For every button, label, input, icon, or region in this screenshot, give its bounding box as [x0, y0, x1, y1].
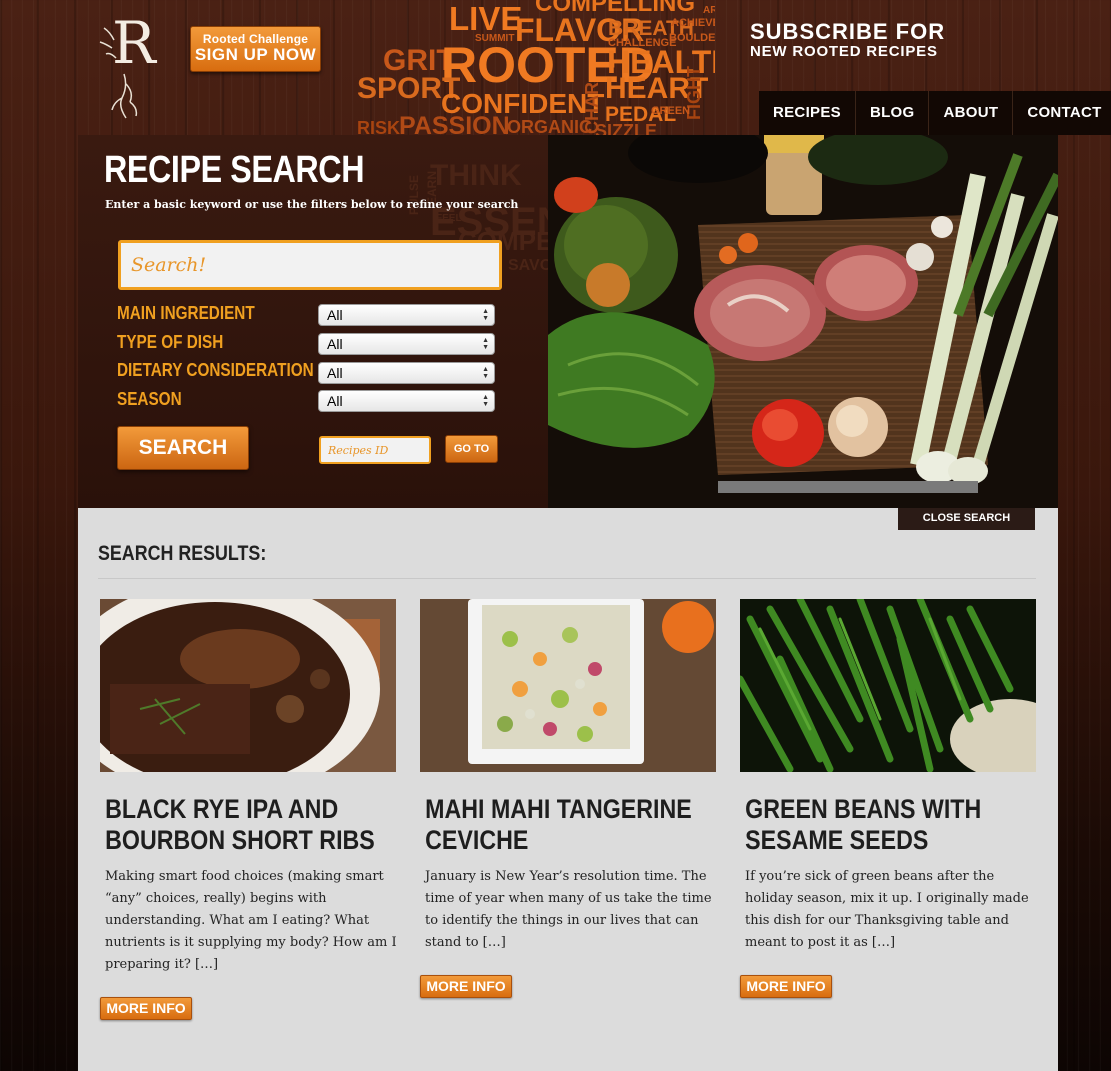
select-value: All	[327, 307, 343, 323]
dietary-consideration-select[interactable]: All ▲ ▼	[318, 362, 495, 384]
signup-label: SIGN UP NOW	[194, 45, 317, 64]
more-info-button[interactable]: MORE INFO	[420, 975, 512, 998]
recipe-card: GREEN BEANS WITH SESAME SEEDS If you’re …	[740, 599, 1036, 998]
select-arrows-icon: ▲ ▼	[482, 366, 489, 380]
more-info-button[interactable]: MORE INFO	[740, 975, 832, 998]
recipe-title[interactable]: GREEN BEANS WITH SESAME SEEDS	[740, 794, 1032, 856]
short-ribs-photo[interactable]	[100, 599, 396, 772]
recipe-title[interactable]: BLACK RYE IPA AND BOURBON SHORT RIBS	[100, 794, 392, 856]
green-beans-photo[interactable]	[740, 599, 1036, 772]
nav-recipes[interactable]: RECIPES	[759, 91, 855, 135]
search-title: RECIPE SEARCH	[104, 149, 365, 191]
search-button[interactable]: SEARCH	[117, 426, 249, 470]
recipe-description: If you’re sick of green beans after the …	[745, 869, 1029, 950]
search-results: CLOSE SEARCH SEARCH RESULTS: BLACK RYE I…	[78, 508, 1058, 1071]
cloud-word: GREEN	[651, 105, 691, 117]
results-title: SEARCH RESULTS:	[98, 542, 267, 565]
close-search-button[interactable]: CLOSE SEARCH	[898, 508, 1035, 530]
recipe-search-panel: THINK ESSENCE COMPETE SAVOR PULSE EARN F…	[78, 135, 1058, 508]
cloud-word: BOULDER	[669, 32, 715, 44]
nav-contact[interactable]: CONTACT	[1012, 91, 1111, 135]
texture-word: THINK	[430, 159, 522, 192]
cloud-word: ART	[703, 5, 715, 16]
filter-label-season: SEASON	[117, 389, 182, 409]
filter-label-dietary: DIETARY CONSIDERATION	[117, 360, 314, 380]
recipe-id-input[interactable]	[319, 436, 431, 464]
subscribe-link[interactable]: SUBSCRIBE FOR NEW ROOTED RECIPES	[750, 20, 945, 60]
go-to-button[interactable]: GO TO	[445, 435, 498, 463]
filter-label-main-ingredient: MAIN INGREDIENT	[117, 303, 255, 323]
divider	[98, 578, 1036, 579]
recipe-card: MAHI MAHI TANGERINE CEVICHE January is N…	[420, 599, 716, 998]
search-form-area: THINK ESSENCE COMPETE SAVOR PULSE EARN F…	[78, 135, 548, 508]
main-nav: RECIPES BLOG ABOUT CONTACT	[759, 91, 1111, 135]
ingredients-illustration	[548, 135, 1058, 508]
cloud-word: ORGANIC	[507, 117, 592, 135]
recipe-title[interactable]: MAHI MAHI TANGERINE CEVICHE	[420, 794, 712, 856]
rooted-logo[interactable]: R	[96, 14, 156, 122]
select-arrows-icon: ▲ ▼	[482, 308, 489, 322]
select-value: All	[327, 336, 343, 352]
subscribe-line2: NEW ROOTED RECIPES	[750, 43, 938, 60]
cloud-word: PASSION	[399, 112, 510, 136]
subscribe-line1: SUBSCRIBE FOR	[750, 19, 946, 44]
more-info-button[interactable]: MORE INFO	[100, 997, 192, 1020]
recipe-description: January is New Year’s resolution time. T…	[425, 869, 712, 950]
ceviche-photo[interactable]	[420, 599, 716, 772]
rooted-challenge-signup-button[interactable]: Rooted Challenge SIGN UP NOW	[190, 26, 321, 72]
search-input[interactable]	[118, 240, 502, 290]
logo-letter: R	[112, 9, 156, 77]
texture-word: FEEL	[436, 213, 462, 224]
nav-about[interactable]: ABOUT	[928, 91, 1012, 135]
recipe-description: Making smart food choices (making smart …	[105, 869, 397, 972]
season-select[interactable]: All ▲ ▼	[318, 390, 495, 412]
word-cloud-banner: COMPELLING LIVE SUMMIT FLAVOR BREATH ACH…	[355, 0, 715, 135]
page: R Rooted Challenge SIGN UP NOW COMPELLIN…	[0, 0, 1111, 1071]
cloud-word: SIZZLE	[595, 121, 657, 135]
ingredients-photo	[548, 135, 1058, 508]
select-arrows-icon: ▲ ▼	[482, 394, 489, 408]
nav-blog[interactable]: BLOG	[854, 91, 929, 135]
search-subtitle: Enter a basic keyword or use the filters…	[105, 198, 519, 211]
cloud-word: ACHIEVE	[671, 17, 715, 29]
type-of-dish-select[interactable]: All ▲ ▼	[318, 333, 495, 355]
texture-word: SAVOR	[508, 257, 548, 274]
cloud-word: RISK	[357, 118, 401, 135]
select-arrows-icon: ▲ ▼	[482, 337, 489, 351]
main-ingredient-select[interactable]: All ▲ ▼	[318, 304, 495, 326]
challenge-label: Rooted Challenge	[202, 32, 309, 46]
select-value: All	[327, 393, 343, 409]
cloud-word: LIVE	[449, 0, 523, 37]
filter-label-type-of-dish: TYPE OF DISH	[117, 332, 224, 352]
select-value: All	[327, 365, 343, 381]
recipe-card: BLACK RYE IPA AND BOURBON SHORT RIBS Mak…	[100, 599, 397, 1020]
